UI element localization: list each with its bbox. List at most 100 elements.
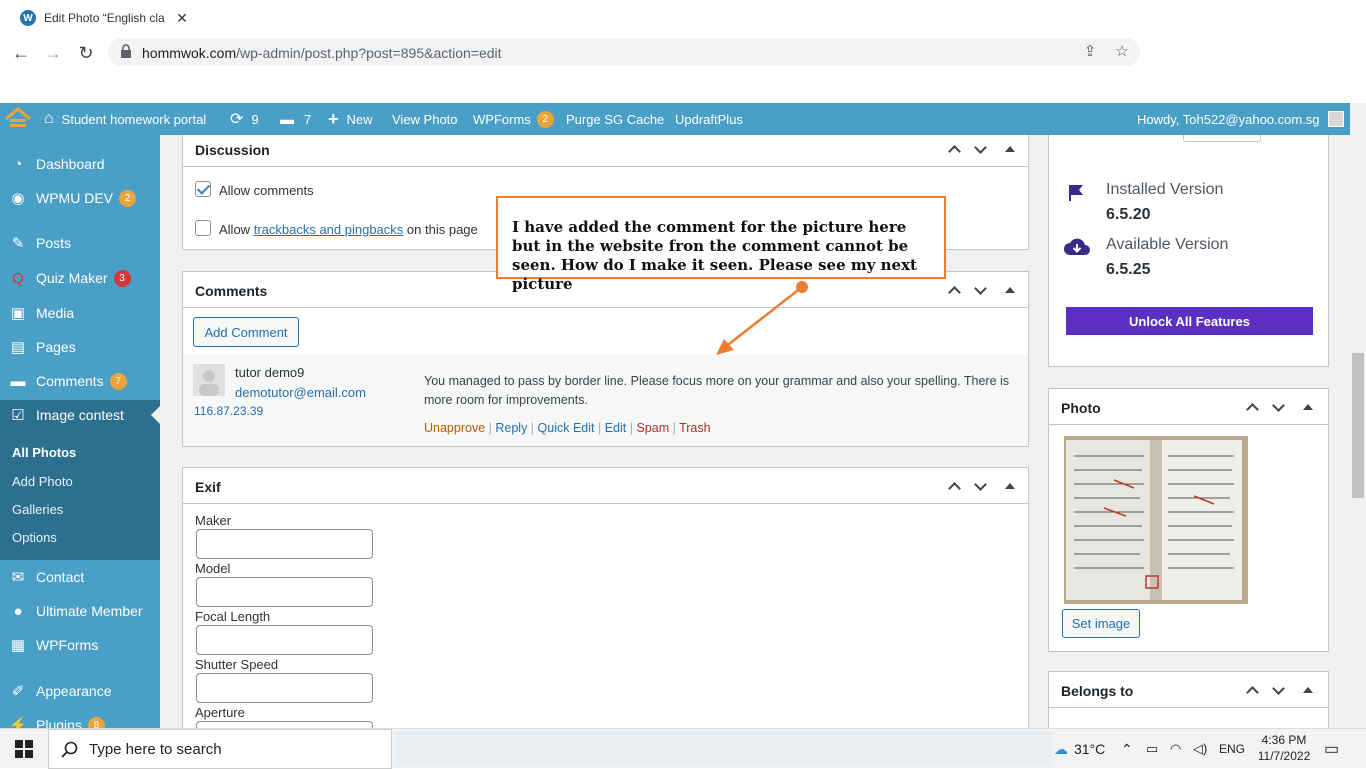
discussion-title: Discussion — [195, 142, 270, 158]
toggle-panel-icon[interactable] — [1000, 476, 1020, 496]
site-logo-icon[interactable] — [4, 103, 32, 135]
comments-box: Comments Add Comment tutor demo9 demotut… — [182, 271, 1029, 447]
submenu-options[interactable]: Options — [12, 530, 57, 545]
menu-wpforms[interactable]: ▦ WPForms — [0, 630, 160, 660]
move-up-icon[interactable] — [944, 476, 964, 496]
move-up-icon[interactable] — [944, 139, 964, 159]
form-icon: ▦ — [10, 637, 26, 654]
menu-image-contest[interactable]: ☑ Image contest — [0, 400, 160, 430]
share-icon[interactable]: ⇪ — [1080, 42, 1100, 62]
photo-thumbnail[interactable] — [1064, 436, 1248, 604]
allow-comments-label: Allow comments — [219, 183, 314, 198]
close-tab-icon[interactable]: ✕ — [174, 10, 190, 27]
shutter-speed-input[interactable] — [196, 673, 373, 703]
aperture-input[interactable] — [196, 721, 373, 728]
submenu-add-photo[interactable]: Add Photo — [12, 474, 73, 489]
add-comment-button[interactable]: Add Comment — [193, 317, 299, 347]
move-up-icon[interactable] — [1242, 397, 1262, 417]
annotation-callout: I have added the comment for the picture… — [496, 196, 946, 293]
move-down-icon[interactable] — [970, 476, 990, 496]
menu-posts[interactable]: ✎ Posts — [0, 228, 160, 258]
bookmark-star-icon[interactable]: ☆ — [1112, 42, 1132, 62]
clock[interactable]: 4:36 PM 11/7/2022 — [1256, 732, 1312, 764]
unlock-features-button[interactable]: Unlock All Features — [1066, 307, 1313, 335]
view-photo-link[interactable]: View Photo — [392, 103, 458, 135]
weather-widget[interactable]: ☁ 31°C — [1054, 729, 1105, 769]
comment-email-link[interactable]: demotutor@email.com — [235, 385, 366, 400]
page-scrollbar[interactable] — [1350, 103, 1366, 728]
menu-plugins[interactable]: ⚡ Plugins 8 — [0, 710, 160, 728]
updates-link[interactable]: ⟳ 9 — [230, 103, 259, 135]
move-down-icon[interactable] — [970, 139, 990, 159]
toggle-panel-icon[interactable] — [1298, 397, 1318, 417]
windows-start-icon[interactable] — [15, 740, 33, 758]
exif-title: Exif — [195, 479, 221, 495]
avatar — [193, 364, 225, 396]
comments-badge: 7 — [109, 372, 127, 390]
set-image-button[interactable]: Set image — [1062, 609, 1140, 638]
maker-input[interactable] — [196, 529, 373, 559]
exif-box: Exif Maker Model Focal Length Shutter Sp… — [182, 467, 1029, 728]
toggle-panel-icon[interactable] — [1000, 139, 1020, 159]
wifi-icon[interactable]: ◠ — [1170, 729, 1181, 769]
submenu-all-photos[interactable]: All Photos — [12, 445, 76, 460]
menu-contact[interactable]: ✉ Contact — [0, 562, 160, 592]
unapprove-link[interactable]: Unapprove — [424, 421, 485, 435]
notifications-icon[interactable]: ▭ — [1324, 729, 1339, 769]
forward-icon[interactable]: → — [40, 40, 66, 66]
menu-comments[interactable]: ▬ Comments 7 — [0, 366, 160, 396]
purge-cache-link[interactable]: Purge SG Cache — [566, 103, 664, 135]
volume-icon[interactable]: ◁) — [1193, 729, 1207, 769]
allow-comments-checkbox[interactable] — [195, 181, 211, 197]
toggle-panel-icon[interactable] — [1000, 280, 1020, 300]
check-icon: ☑ — [11, 407, 25, 424]
back-icon[interactable]: ← — [8, 40, 34, 66]
spam-link[interactable]: Spam — [636, 421, 669, 435]
comments-title: Comments — [195, 283, 268, 299]
trash-link[interactable]: Trash — [679, 421, 711, 435]
menu-wpmu-dev[interactable]: ◉ WPMU DEV 2 — [0, 183, 160, 213]
taskbar-search[interactable]: Type here to search — [48, 729, 392, 769]
viewport-gap — [0, 70, 1366, 103]
wpmudev-badge: 2 — [119, 189, 136, 207]
comments-link[interactable]: ▬ 7 — [280, 103, 311, 135]
move-down-icon[interactable] — [1268, 397, 1288, 417]
menu-appearance[interactable]: ✐ Appearance — [0, 676, 160, 706]
toggle-panel-icon[interactable] — [1298, 680, 1318, 700]
site-name-link[interactable]: ⌂ Student homework portal — [44, 103, 206, 135]
photo-header: Photo — [1049, 389, 1328, 425]
allow-trackbacks-checkbox[interactable] — [195, 220, 211, 236]
menu-ultimate-member[interactable]: ● Ultimate Member — [0, 596, 160, 626]
model-label: Model — [195, 561, 231, 576]
reply-link[interactable]: Reply — [495, 421, 527, 435]
account-menu[interactable]: Howdy, Toh522@yahoo.com.sg — [1137, 103, 1344, 135]
menu-dashboard[interactable]: ◔ Dashboard — [0, 149, 160, 179]
new-content-link[interactable]: + New — [328, 103, 373, 135]
cut-off-button[interactable] — [1183, 135, 1261, 142]
browser-tab[interactable]: W Edit Photo “English cla ✕ — [10, 2, 190, 34]
version-box: Installed Version 6.5.20 Available Versi… — [1048, 135, 1329, 367]
submenu-galleries[interactable]: Galleries — [12, 502, 63, 517]
trackbacks-link[interactable]: trackbacks and pingbacks — [254, 222, 404, 237]
reload-icon[interactable]: ↻ — [73, 40, 99, 66]
move-down-icon[interactable] — [1268, 680, 1288, 700]
quick-edit-link[interactable]: Quick Edit — [538, 421, 595, 435]
updraftplus-link[interactable]: UpdraftPlus — [675, 103, 743, 135]
menu-pages[interactable]: ▤ Pages — [0, 332, 160, 362]
comment-icon: ▬ — [10, 372, 26, 390]
edit-link[interactable]: Edit — [605, 421, 627, 435]
focal-length-input[interactable] — [196, 625, 373, 655]
address-bar[interactable]: hommwok.com/wp-admin/post.php?post=895&a… — [108, 38, 1140, 66]
comment-ip-link[interactable]: 116.87.23.39 — [194, 404, 263, 418]
language-indicator[interactable]: ENG — [1219, 729, 1245, 769]
battery-icon[interactable]: ▭ — [1146, 729, 1158, 769]
model-input[interactable] — [196, 577, 373, 607]
move-down-icon[interactable] — [970, 280, 990, 300]
move-up-icon[interactable] — [944, 280, 964, 300]
scrollbar-thumb[interactable] — [1352, 353, 1364, 498]
move-up-icon[interactable] — [1242, 680, 1262, 700]
wpforms-link[interactable]: WPForms 2 — [473, 103, 554, 135]
show-hidden-icons-icon[interactable]: ⌃ — [1121, 729, 1133, 769]
menu-quiz-maker[interactable]: Q Quiz Maker 3 — [0, 263, 160, 293]
menu-media[interactable]: ▣ Media — [0, 298, 160, 328]
